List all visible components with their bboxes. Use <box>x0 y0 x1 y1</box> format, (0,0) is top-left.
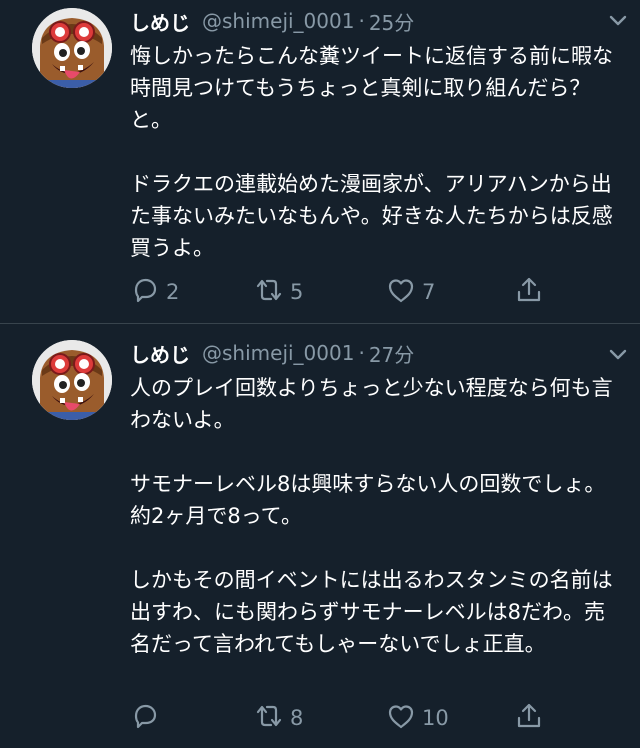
retweet-button[interactable]: 8 <box>254 698 303 738</box>
tweet[interactable]: しめじ @shimeji_0001 · 27分 人のプレイ回数よりちょっと少ない… <box>0 324 640 748</box>
share-button[interactable] <box>514 272 550 312</box>
reply-count: 2 <box>166 280 180 304</box>
share-button[interactable] <box>514 698 550 738</box>
reply-button[interactable] <box>130 698 166 738</box>
tweet[interactable]: しめじ @shimeji_0001 · 25分 悔しかったらこんな糞ツイートに返… <box>0 0 640 324</box>
tweet-text: 悔しかったらこんな糞ツイートに返信する前に暇な時間見つけてもうちょっと真剣に取り… <box>130 44 613 260</box>
handle[interactable]: @shimeji_0001 <box>202 9 354 33</box>
separator: · <box>358 341 365 365</box>
retweet-icon <box>254 275 290 310</box>
reply-icon <box>130 275 166 310</box>
retweet-button[interactable]: 5 <box>254 272 303 312</box>
reply-button[interactable]: 2 <box>130 272 179 312</box>
display-name[interactable]: しめじ <box>130 339 190 368</box>
like-button[interactable]: 7 <box>386 272 435 312</box>
timestamp[interactable]: 27分 <box>369 339 414 368</box>
retweet-icon <box>254 701 290 736</box>
tweet-actions: 2 5 7 <box>130 272 620 312</box>
timestamp[interactable]: 25分 <box>369 7 414 36</box>
like-icon <box>386 275 422 310</box>
like-icon <box>386 701 422 736</box>
chevron-down-icon[interactable] <box>606 342 630 366</box>
share-icon <box>514 275 550 310</box>
chevron-down-icon[interactable] <box>606 8 630 32</box>
avatar[interactable] <box>32 340 112 420</box>
like-count: 7 <box>422 280 436 304</box>
display-name[interactable]: しめじ <box>130 7 190 36</box>
retweet-count: 8 <box>290 706 304 730</box>
handle[interactable]: @shimeji_0001 <box>202 341 354 365</box>
separator: · <box>358 9 365 33</box>
share-icon <box>514 701 550 736</box>
tweet-text: 人のプレイ回数よりちょっと少ない程度なら何も言わないよ。 サモナーレベル8は興味… <box>130 376 613 656</box>
retweet-count: 5 <box>290 280 304 304</box>
like-count: 10 <box>422 706 449 730</box>
like-button[interactable]: 10 <box>386 698 449 738</box>
avatar[interactable] <box>32 8 112 88</box>
tweet-actions: 8 10 <box>130 698 620 738</box>
reply-icon <box>130 701 166 736</box>
